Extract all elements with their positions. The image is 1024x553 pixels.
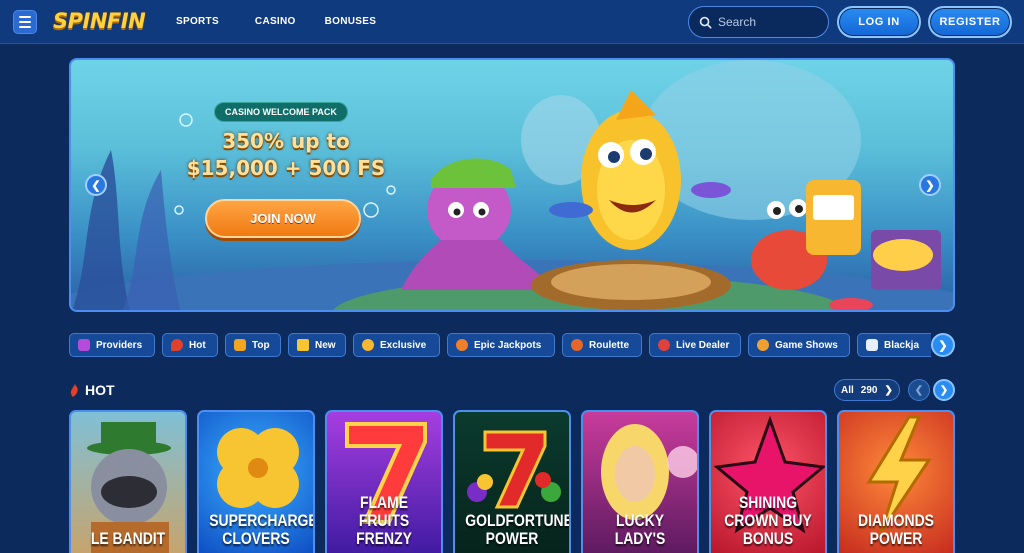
- game-tile[interactable]: SUPERCHARGED CLOVERS: [197, 410, 315, 553]
- top-header: SPINFIN SPORTS CASINO BONUSES LOG IN REG…: [0, 0, 1024, 44]
- chevron-right-icon: ❯: [884, 384, 893, 396]
- crown-icon: [234, 339, 246, 351]
- register-button[interactable]: REGISTER: [928, 6, 1012, 38]
- chevron-right-icon: ❯: [939, 384, 949, 396]
- cards-icon: [866, 339, 878, 351]
- category-top[interactable]: Top: [225, 333, 281, 357]
- game-title: SHINING CROWN BUY BONUS: [724, 493, 812, 548]
- category-hot[interactable]: Hot: [162, 333, 218, 357]
- category-label: Exclusive: [380, 339, 427, 351]
- hot-next-button[interactable]: ❯: [933, 379, 955, 401]
- chevron-right-icon: ❯: [938, 339, 948, 352]
- chevron-left-icon: ❮: [914, 384, 924, 396]
- game-tile[interactable]: LE BANDIT: [69, 410, 187, 553]
- category-live-dealer[interactable]: Live Dealer: [649, 333, 741, 357]
- chili-icon: [171, 339, 183, 351]
- game-tile[interactable]: LUCKY LADY'S: [581, 410, 699, 553]
- providers-icon: [78, 339, 90, 351]
- hot-title-text: HOT: [85, 382, 115, 398]
- nav-bonuses[interactable]: BONUSES: [325, 16, 377, 27]
- game-title: LE BANDIT: [90, 529, 166, 548]
- category-bar: Providers Hot Top New Exclusive Epic Jac…: [69, 333, 954, 357]
- roulette-icon: [571, 339, 583, 351]
- category-new[interactable]: New: [288, 333, 346, 357]
- category-blackjack[interactable]: Blackja: [857, 333, 931, 357]
- game-tile[interactable]: FLAME FRUITS FRENZY: [325, 410, 443, 553]
- category-label: Hot: [189, 339, 206, 351]
- category-game-shows[interactable]: Game Shows: [748, 333, 850, 357]
- hero-title-line2: $15,000 + 500 FS: [186, 156, 386, 180]
- category-label: Top: [252, 339, 270, 351]
- game-title: SUPERCHARGED CLOVERS: [209, 511, 313, 548]
- menu-line: [19, 21, 31, 23]
- category-label: Live Dealer: [676, 339, 730, 351]
- game-title: LUCKY LADY'S: [614, 511, 666, 548]
- category-label: Blackja: [884, 339, 920, 351]
- menu-line: [19, 26, 31, 28]
- game-show-icon: [757, 339, 769, 351]
- spinfin-logo[interactable]: SPINFIN: [53, 9, 146, 33]
- hot-prev-button[interactable]: ❮: [908, 379, 930, 401]
- category-label: Roulette: [589, 339, 629, 351]
- categories-next-button[interactable]: ❯: [931, 333, 955, 357]
- star-burst-icon: [362, 339, 374, 351]
- game-tile[interactable]: GOLDFORTUNE POWER: [453, 410, 571, 553]
- category-exclusive[interactable]: Exclusive: [353, 333, 440, 357]
- main-nav: SPORTS CASINO BONUSES: [176, 16, 376, 27]
- search-icon: [699, 16, 712, 29]
- chili-icon: [70, 383, 78, 397]
- search-input[interactable]: [718, 15, 818, 29]
- game-title: DIAMONDS POWER: [858, 511, 934, 548]
- hero-title: 350% up to $15,000 + 500 FS: [171, 128, 401, 182]
- hero-illustration: [71, 60, 953, 310]
- category-epic-jackpots[interactable]: Epic Jackpots: [447, 333, 555, 357]
- hamburger-menu-button[interactable]: [13, 10, 37, 34]
- jackpot-icon: [456, 339, 468, 351]
- view-all-button[interactable]: All 290 ❯: [834, 379, 900, 401]
- chevron-left-icon: ❮: [91, 179, 101, 192]
- hero-banner[interactable]: CASINO WELCOME PACK 350% up to $15,000 +…: [69, 58, 955, 312]
- category-roulette[interactable]: Roulette: [562, 333, 642, 357]
- hero-next-button[interactable]: ❯: [919, 174, 941, 196]
- chevron-right-icon: ❯: [925, 179, 935, 192]
- hero-prev-button[interactable]: ❮: [85, 174, 107, 196]
- category-label: New: [315, 339, 336, 351]
- all-label: All: [841, 384, 854, 396]
- menu-line: [19, 16, 31, 18]
- hero-tag: CASINO WELCOME PACK: [214, 102, 348, 122]
- category-label: Game Shows: [775, 339, 838, 351]
- login-button[interactable]: LOG IN: [837, 6, 921, 38]
- game-title: GOLDFORTUNE POWER: [465, 511, 571, 548]
- game-tile[interactable]: DIAMONDS POWER: [837, 410, 955, 553]
- category-providers[interactable]: Providers: [69, 333, 155, 357]
- category-label: Epic Jackpots: [474, 339, 542, 351]
- lightning-icon: [297, 339, 309, 351]
- game-count: 290: [860, 384, 878, 396]
- nav-casino[interactable]: CASINO: [255, 16, 296, 27]
- nav-sports[interactable]: SPORTS: [176, 16, 219, 27]
- search-box[interactable]: [688, 6, 829, 38]
- hot-section-title: HOT: [70, 382, 115, 398]
- live-chip-icon: [658, 339, 670, 351]
- join-now-button[interactable]: JOIN NOW: [205, 199, 361, 238]
- hero-title-line1: 350% up to: [222, 129, 350, 153]
- game-tile[interactable]: SHINING CROWN BUY BONUS: [709, 410, 827, 553]
- category-label: Providers: [96, 339, 143, 351]
- game-title: FLAME FRUITS FRENZY: [356, 493, 412, 548]
